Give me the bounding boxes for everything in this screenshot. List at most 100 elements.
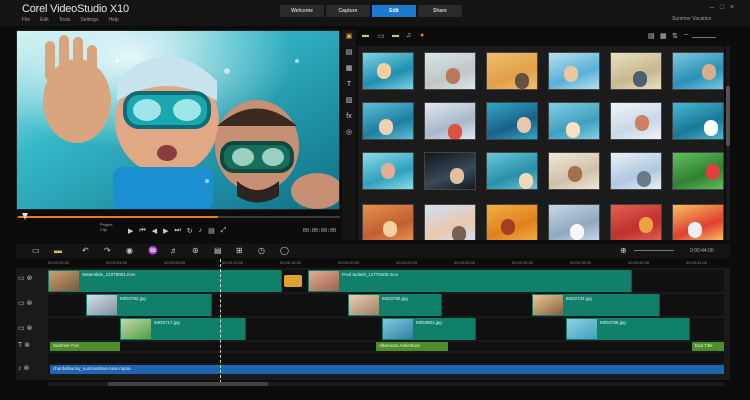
graphic-icon[interactable]: ▨ <box>344 96 354 105</box>
play-icon[interactable]: ▶ <box>128 227 133 235</box>
library-thumbnail[interactable] <box>672 152 724 190</box>
video-filter-icon[interactable]: ▭ <box>378 32 385 40</box>
menu-tools[interactable]: Tools <box>59 17 71 23</box>
library-thumbnail[interactable] <box>548 52 600 90</box>
storyboard-view-icon[interactable]: ▭ <box>32 246 40 255</box>
multi-camera-icon[interactable]: ⊞ <box>236 246 243 255</box>
library-thumbnail[interactable] <box>610 152 662 190</box>
tab-edit[interactable]: Edit <box>372 5 416 17</box>
timeline-clip[interactable]: IMG0782.jpg <box>86 294 212 316</box>
library-scrollbar[interactable] <box>726 46 730 240</box>
timeline-scrollbar[interactable] <box>48 382 724 386</box>
timeline-ruler[interactable]: 00:00:00:00 00:00:04:00 00:00:08:00 00:00:1… <box>48 259 724 267</box>
filter-icon[interactable]: fx <box>344 112 354 121</box>
library-thumbnail[interactable] <box>424 52 476 90</box>
motion-tracking-icon[interactable]: ⊛ <box>192 246 199 255</box>
library-thumbnail[interactable] <box>362 204 414 240</box>
transition-marker[interactable] <box>284 275 302 287</box>
library-thumbnail[interactable] <box>672 204 724 240</box>
undo-icon[interactable]: ↶ <box>82 246 89 255</box>
maximize-icon[interactable]: □ <box>720 4 724 11</box>
thumbnail-view-icon[interactable]: ▦ <box>660 32 667 40</box>
library-thumbnail[interactable] <box>424 152 476 190</box>
menu-edit[interactable]: Edit <box>40 17 49 23</box>
subtitle-editor-icon[interactable]: ▤ <box>214 246 222 255</box>
playback-scrubber[interactable] <box>18 213 340 220</box>
audio-clip[interactable]: chanfullsunny_summertime-tune.mp4a <box>50 365 724 374</box>
music-track[interactable]: chanfullsunny_summertime-tune.mp4a <box>48 365 724 374</box>
enlarge-icon[interactable]: ⤢ <box>221 227 227 235</box>
title-clip[interactable]: Afternoon Adventure <box>376 342 448 351</box>
library-thumbnail[interactable] <box>610 204 662 240</box>
library-thumbnail[interactable] <box>610 102 662 140</box>
library-thumbnail[interactable] <box>424 102 476 140</box>
sound-mixer-icon[interactable]: ♒ <box>148 246 158 255</box>
sort-icon[interactable]: ⇅ <box>672 32 678 40</box>
timeline-playhead[interactable] <box>220 259 221 383</box>
title-clip[interactable]: End Title <box>692 342 724 351</box>
player-preview[interactable] <box>16 30 340 210</box>
library-scroll-thumb[interactable] <box>726 86 730 146</box>
library-thumbnail[interactable] <box>362 152 414 190</box>
library-thumbnail[interactable] <box>548 204 600 240</box>
timeline-clip[interactable]: IMG0717.jpg <box>120 318 246 340</box>
library-thumbnail[interactable] <box>486 52 538 90</box>
minimize-icon[interactable]: – <box>710 4 714 11</box>
title-track[interactable]: Summer Fun Afternoon Adventure End Title <box>48 342 724 351</box>
instant-project-icon[interactable]: ▤ <box>344 48 354 57</box>
library-thumbnail[interactable] <box>424 204 476 240</box>
transition-icon[interactable]: ▦ <box>344 64 354 73</box>
timeline-scroll-thumb[interactable] <box>108 382 268 386</box>
volume-icon[interactable]: ♪ <box>199 227 203 235</box>
folder-icon[interactable]: ▬ <box>362 32 369 39</box>
title-icon[interactable]: T <box>344 80 354 89</box>
tab-capture[interactable]: Capture <box>326 5 370 17</box>
overlay-track-1[interactable]: IMG0782.jpg IMG0755.jpg IMG0733.jpg <box>48 294 724 316</box>
zoom-out-icon[interactable]: − <box>684 32 688 39</box>
library-thumbnail[interactable] <box>672 52 724 90</box>
timeline-clip[interactable]: IMG0755.jpg <box>348 294 442 316</box>
library-thumbnail[interactable] <box>486 102 538 140</box>
timecode-display[interactable]: 00:00:00:00 <box>303 228 336 234</box>
list-view-icon[interactable]: ▤ <box>648 32 655 40</box>
library-thumbnail[interactable] <box>548 152 600 190</box>
title-clip[interactable]: Summer Fun <box>50 342 120 351</box>
home-icon[interactable]: ⏮ <box>139 227 145 235</box>
library-thumbnail[interactable] <box>672 102 724 140</box>
repeat-icon[interactable]: ↻ <box>187 227 193 235</box>
next-frame-icon[interactable]: ▶ <box>163 227 168 235</box>
audio-filter-icon[interactable]: ♫ <box>406 32 411 39</box>
zoom-timeline-icon[interactable]: ⊕ <box>620 246 627 255</box>
video-track[interactable]: Waterslide_21079001.mov Pool Splash_11776… <box>48 270 724 292</box>
tab-share[interactable]: Share <box>418 5 462 17</box>
timeline-view-icon[interactable]: ▬ <box>54 246 62 255</box>
timeline-clip[interactable]: IMG0801.jpg <box>382 318 476 340</box>
end-icon[interactable]: ⏭ <box>174 227 180 235</box>
library-thumbnail[interactable] <box>362 102 414 140</box>
menu-help[interactable]: Help <box>108 17 118 23</box>
media-icon[interactable]: ▣ <box>344 32 354 41</box>
menu-settings[interactable]: Settings <box>80 17 98 23</box>
menu-file[interactable]: File <box>22 17 30 23</box>
timeline-clip[interactable]: IMG0733.jpg <box>532 294 660 316</box>
timeline-clip[interactable]: Waterslide_21079001.mov <box>48 270 282 292</box>
record-capture-icon[interactable]: ◉ <box>126 246 133 255</box>
path-icon[interactable]: ◎ <box>344 128 354 137</box>
library-thumbnail[interactable] <box>486 152 538 190</box>
library-thumbnail[interactable] <box>486 204 538 240</box>
library-thumbnail[interactable] <box>362 52 414 90</box>
import-icon[interactable]: ● <box>420 32 424 39</box>
auto-music-icon[interactable]: ♬ <box>170 246 178 255</box>
timeline-zoom-slider[interactable] <box>634 250 674 251</box>
library-thumbnail[interactable] <box>610 52 662 90</box>
time-remap-icon[interactable]: ◷ <box>258 246 265 255</box>
redo-icon[interactable]: ↷ <box>104 246 111 255</box>
hd-icon[interactable]: ▤ <box>208 227 215 235</box>
overlay-track-2[interactable]: IMG0717.jpg IMG0801.jpg IMG0758.jpg <box>48 318 724 340</box>
photo-filter-icon[interactable]: ▬ <box>392 32 399 39</box>
timeline-clip[interactable]: Pool Splash_11776400.mov <box>308 270 632 292</box>
tab-welcome[interactable]: Welcome <box>280 5 324 17</box>
mode-clip-label[interactable]: Clip <box>100 227 112 232</box>
thumbnail-size-slider[interactable] <box>692 37 716 38</box>
timeline-clip[interactable]: IMG0758.jpg <box>566 318 690 340</box>
